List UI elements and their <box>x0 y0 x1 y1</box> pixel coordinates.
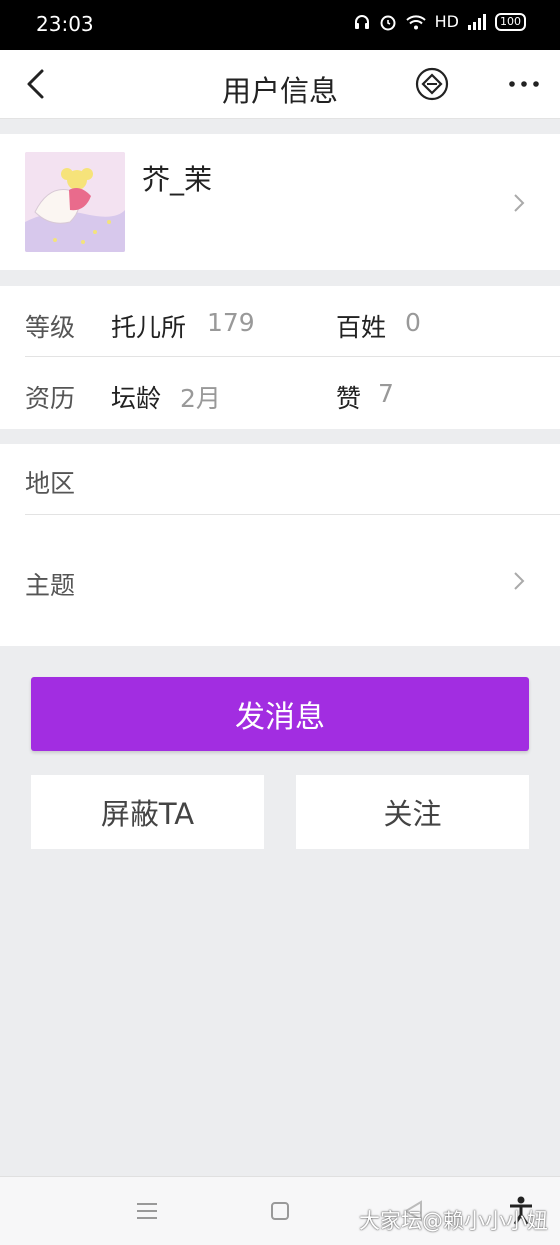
status-icons: HD 100 <box>353 12 526 31</box>
watermark-text: 大家坛@赖小小小妞 <box>359 1209 548 1233</box>
stats-card: 等级 托儿所 179 百姓 0 资历 坛龄 2月 赞 7 <box>0 286 560 429</box>
battery-icon: 100 <box>495 12 526 31</box>
headphones-icon <box>354 14 369 29</box>
page-title: 用户信息 <box>221 74 338 108</box>
likes-value: 7 <box>378 379 394 408</box>
likes-name: 赞 <box>336 384 362 413</box>
level-label: 等级 <box>25 313 76 342</box>
block-button[interactable]: 屏蔽TA <box>31 775 264 849</box>
forum-age-value: 2月 <box>180 384 221 413</box>
username: 芥_茉 <box>142 163 213 196</box>
rank-name: 百姓 <box>336 313 387 342</box>
row-divider <box>25 356 560 357</box>
region-row: 地区 <box>0 444 560 514</box>
more-icon[interactable] <box>506 72 542 96</box>
chevron-right-icon <box>514 194 525 212</box>
level-name: 托儿所 <box>111 313 187 342</box>
menu-icon[interactable] <box>136 1201 158 1221</box>
alarm-icon <box>380 15 396 30</box>
forum-age-name: 坛龄 <box>111 384 162 413</box>
rank-value: 0 <box>405 308 421 337</box>
topics-row[interactable]: 主题 <box>0 515 560 646</box>
status-bar: 23:03 HD 100 <box>0 0 560 50</box>
home-icon[interactable] <box>270 1201 290 1221</box>
region-label: 地区 <box>25 469 76 498</box>
send-message-button[interactable]: 发消息 <box>31 677 529 751</box>
system-nav-bar: 大家坛@赖小小小妞 <box>0 1176 560 1245</box>
signal-icon <box>468 13 486 30</box>
chevron-right-icon <box>514 572 525 590</box>
profile-card[interactable]: 芥_茉 <box>0 134 560 270</box>
history-label: 资历 <box>25 384 76 413</box>
info-card: 地区 主题 <box>0 444 560 646</box>
avatar[interactable] <box>25 152 125 252</box>
level-value: 179 <box>207 308 255 337</box>
follow-button[interactable]: 关注 <box>296 775 529 849</box>
network-type: HD <box>434 12 459 31</box>
status-time: 23:03 <box>36 12 94 36</box>
diamond-icon[interactable] <box>414 66 450 102</box>
topics-label: 主题 <box>25 571 76 600</box>
wifi-icon <box>405 14 426 29</box>
nav-bar: 用户信息 <box>0 50 560 119</box>
